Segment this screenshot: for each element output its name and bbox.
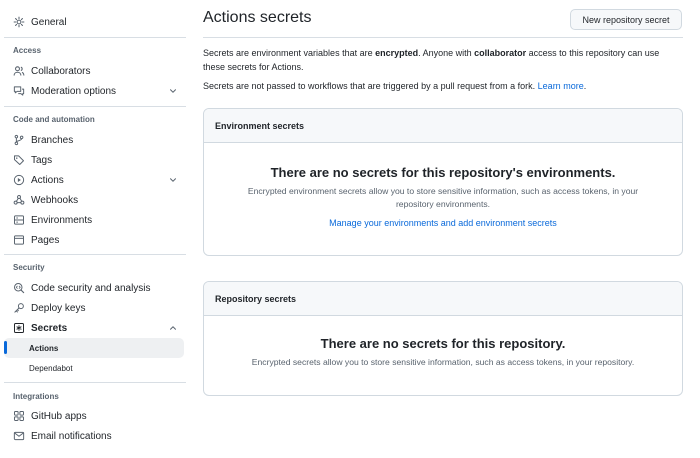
header-divider: [203, 37, 683, 38]
repository-secrets-blankslate: There are no secrets for this repository…: [204, 336, 682, 369]
learn-more-link[interactable]: Learn more: [538, 81, 584, 91]
sidebar-item-tags[interactable]: Tags: [4, 150, 184, 170]
chevron-down-icon: [170, 89, 176, 93]
intro-text: Secrets are environment variables that a…: [203, 48, 376, 58]
sidebar-item-label: Collaborators: [31, 65, 91, 77]
page-title: Actions secrets: [203, 9, 312, 26]
blankslate-description: Encrypted environment secrets allow you …: [247, 186, 639, 209]
intro-paragraph: Secrets are environment variables that a…: [203, 46, 681, 74]
sidebar-item-code-security[interactable]: Code security and analysis: [4, 278, 184, 298]
blankslate-title: There are no secrets for this repository…: [320, 336, 566, 351]
environment-secrets-blankslate: There are no secrets for this repository…: [204, 165, 682, 229]
comment-discussion-icon: [13, 85, 25, 97]
sidebar-item-label: Actions: [29, 343, 59, 353]
sidebar-divider: [4, 37, 186, 38]
mail-icon: [13, 430, 25, 442]
sidebar-divider: [4, 382, 186, 383]
chevron-down-icon: [170, 178, 176, 182]
people-icon: [13, 65, 25, 77]
fork-note-paragraph: Secrets are not passed to workflows that…: [203, 79, 681, 93]
sidebar-item-email-notifications[interactable]: Email notifications: [4, 426, 184, 446]
sidebar-item-deploy-keys[interactable]: Deploy keys: [4, 298, 184, 318]
section-title-integrations: Integrations: [13, 392, 59, 401]
environment-secrets-header: Environment secrets: [204, 109, 682, 143]
sidebar-item-label: GitHub apps: [31, 410, 87, 422]
sidebar-item-pages[interactable]: Pages: [4, 230, 184, 250]
sidebar-item-secrets[interactable]: Secrets: [4, 318, 184, 338]
sidebar-item-label: Dependabot: [29, 363, 73, 373]
play-icon: [13, 174, 25, 186]
section-title-access: Access: [13, 46, 42, 55]
sidebar-item-actions[interactable]: Actions: [4, 170, 184, 190]
sidebar-item-label: Deploy keys: [31, 302, 86, 314]
chevron-up-icon: [170, 326, 176, 330]
sidebar-item-label: Email notifications: [31, 430, 112, 442]
sidebar-divider: [4, 254, 186, 255]
sidebar-subitem-actions[interactable]: Actions: [4, 338, 184, 358]
sidebar-item-label: Code security and analysis: [31, 282, 151, 294]
sidebar-item-label: Environments: [31, 214, 93, 226]
new-repository-secret-button[interactable]: New repository secret: [570, 9, 682, 30]
sidebar-item-general[interactable]: General: [4, 12, 184, 32]
environment-secrets-box: Environment secrets There are no secrets…: [203, 108, 683, 256]
sidebar-item-webhooks[interactable]: Webhooks: [4, 190, 184, 210]
webhook-icon: [13, 194, 25, 206]
manage-environments-link[interactable]: Manage your environments and add environ…: [329, 218, 557, 228]
sidebar-item-branches[interactable]: Branches: [4, 130, 184, 150]
sidebar-item-label: Webhooks: [31, 194, 79, 206]
tag-icon: [13, 154, 25, 166]
sidebar-item-label: Pages: [31, 234, 60, 246]
blankslate-title: There are no secrets for this repository…: [270, 165, 616, 180]
fork-note-text: Secrets are not passed to workflows that…: [203, 81, 538, 91]
repository-secrets-box: Repository secrets There are no secrets …: [203, 281, 683, 396]
sidebar-divider: [4, 106, 186, 107]
sidebar-subitem-dependabot[interactable]: Dependabot: [4, 358, 184, 378]
sidebar-item-environments[interactable]: Environments: [4, 210, 184, 230]
sidebar-item-label: Tags: [31, 154, 53, 166]
sidebar-item-collaborators[interactable]: Collaborators: [4, 61, 184, 81]
section-title-code-automation: Code and automation: [13, 115, 95, 124]
sidebar-item-github-apps[interactable]: GitHub apps: [4, 406, 184, 426]
sidebar-item-label: Actions: [31, 174, 64, 186]
apps-icon: [13, 410, 25, 422]
sidebar-item-label: Secrets: [31, 322, 68, 334]
codescan-icon: [13, 282, 25, 294]
git-branch-icon: [13, 134, 25, 146]
intro-emphasis: collaborator: [474, 48, 527, 58]
gear-icon: [13, 16, 25, 28]
sidebar-item-label: General: [31, 16, 67, 28]
settings-sidebar: General Access Collaborators Moderation …: [0, 0, 190, 458]
intro-emphasis: encrypted: [375, 48, 419, 58]
sidebar-item-label: Branches: [31, 134, 74, 146]
intro-text: . Anyone with: [418, 48, 475, 58]
section-title-security: Security: [13, 263, 45, 272]
fork-note-text: .: [583, 81, 587, 91]
sidebar-item-moderation[interactable]: Moderation options: [4, 81, 184, 101]
key-icon: [13, 302, 25, 314]
server-icon: [13, 214, 25, 226]
key-asterisk-icon: [13, 322, 25, 334]
sidebar-item-label: Moderation options: [31, 85, 117, 97]
browser-icon: [13, 234, 25, 246]
active-indicator: [4, 341, 7, 354]
blankslate-description: Encrypted secrets allow you to store sen…: [251, 357, 635, 367]
repository-secrets-header: Repository secrets: [204, 282, 682, 316]
